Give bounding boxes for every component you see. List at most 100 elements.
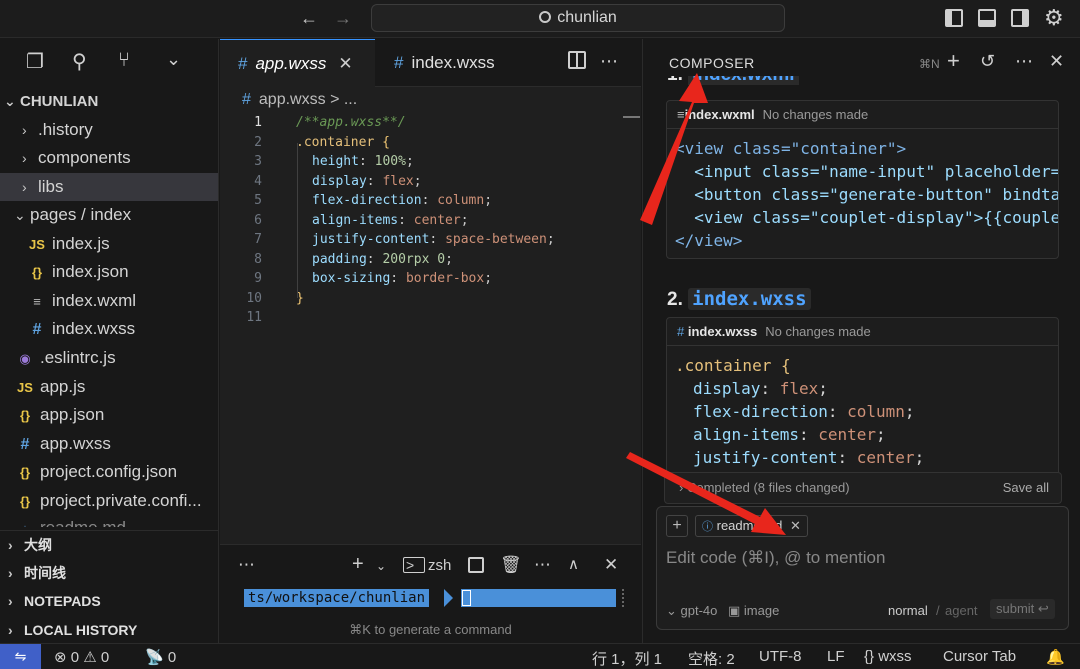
breadcrumb[interactable]: # app.wxss > ... bbox=[242, 91, 357, 109]
forward-arrow-icon[interactable]: → bbox=[334, 8, 352, 29]
encoding[interactable]: UTF-8 bbox=[759, 648, 802, 665]
terminal-overflow-icon[interactable]: ⋯ bbox=[534, 555, 551, 575]
prompt-arrow bbox=[444, 589, 453, 607]
terminal-icon: >_ bbox=[403, 557, 425, 573]
notifications-bell-icon[interactable]: 🔔 bbox=[1046, 648, 1065, 666]
terminal-shell-label[interactable]: zsh bbox=[428, 557, 451, 574]
json-file-icon: {} bbox=[19, 465, 31, 480]
code-block-header: ≡index.wxml No changes made bbox=[667, 101, 1058, 129]
tree-item-index-wxml[interactable]: ≡ index.wxml bbox=[0, 287, 218, 315]
code-block-index-wxss[interactable]: # index.wxss No changes made .container {… bbox=[666, 317, 1059, 477]
image-button[interactable]: ▣ image bbox=[728, 603, 779, 619]
braces-icon: {} bbox=[864, 648, 879, 665]
js-file-icon: JS bbox=[29, 237, 45, 252]
section-outline[interactable]: › 大纲 bbox=[0, 530, 218, 558]
tree-item-history[interactable]: › .history bbox=[0, 116, 218, 144]
close-panel-icon[interactable]: ✕ bbox=[604, 555, 618, 575]
new-composer-plus-icon[interactable]: + bbox=[947, 48, 960, 74]
trash-icon[interactable]: 🗑 bbox=[500, 555, 522, 575]
source-control-icon[interactable]: ⑂ bbox=[118, 49, 130, 72]
composer-input-box[interactable]: + ⓘ readme.md ✕ Edit code (⌘I), @ to men… bbox=[656, 506, 1069, 630]
more-actions-icon[interactable]: ⋯ bbox=[1015, 51, 1033, 72]
tree-item-index-js[interactable]: JS index.js bbox=[0, 230, 218, 258]
toggle-secondary-sidebar-icon[interactable] bbox=[1011, 9, 1029, 27]
tree-item-project-config[interactable]: {} project.config.json bbox=[0, 458, 218, 486]
search-icon[interactable]: ⚲ bbox=[72, 49, 87, 74]
tree-item-eslintrc[interactable]: ◉ .eslintrc.js bbox=[0, 344, 218, 372]
activity-bar: ❐ ⚲ ⑂ ⌄ bbox=[0, 39, 218, 87]
add-context-button[interactable]: + bbox=[666, 515, 688, 537]
tree-item-app-json[interactable]: {} app.json bbox=[0, 401, 218, 429]
maximize-panel-icon[interactable]: ∧ bbox=[568, 555, 579, 573]
explorer-sidebar: ❐ ⚲ ⑂ ⌄ ⌄ CHUNLIAN › .history › components … bbox=[0, 39, 219, 643]
terminal-hint: ⌘K to generate a command bbox=[349, 622, 512, 637]
search-text: chunlian bbox=[557, 9, 617, 26]
ports-indicator[interactable]: 📡 0 bbox=[145, 648, 176, 666]
tab-app-wxss[interactable]: # app.wxss ✕ bbox=[220, 39, 375, 87]
files-icon[interactable]: ❐ bbox=[26, 49, 44, 74]
tree-item-pages-index[interactable]: ⌄ pages / index bbox=[0, 201, 218, 229]
tab-index-wxss[interactable]: # index.wxss bbox=[376, 39, 541, 87]
tree-item-libs[interactable]: › libs bbox=[0, 173, 218, 201]
split-editor-icon[interactable] bbox=[568, 51, 586, 69]
settings-gear-icon[interactable]: ⚙ bbox=[1044, 5, 1064, 31]
problems-indicator[interactable]: ⊗ 0 ⚠ 0 bbox=[54, 648, 109, 666]
tree-item-app-wxss[interactable]: # app.wxss bbox=[0, 430, 218, 458]
chevron-down-icon: ⌄ bbox=[666, 603, 681, 618]
editor-tabs: # app.wxss ✕ # index.wxss ⋯ bbox=[220, 39, 641, 87]
close-tab-icon[interactable]: ✕ bbox=[338, 54, 352, 73]
indentation[interactable]: 空格: 2 bbox=[688, 648, 735, 669]
image-icon: ▣ bbox=[728, 603, 744, 618]
tree-item-index-wxss[interactable]: # index.wxss bbox=[0, 315, 218, 343]
model-selector[interactable]: ⌄ gpt-4o bbox=[666, 603, 717, 619]
scroll-indicator bbox=[622, 589, 626, 607]
command-center-search[interactable]: chunlian bbox=[371, 4, 785, 32]
tree-item-components[interactable]: › components bbox=[0, 144, 218, 172]
line-ending[interactable]: LF bbox=[827, 648, 845, 665]
mode-agent[interactable]: agent bbox=[945, 603, 978, 618]
back-arrow-icon[interactable]: ← bbox=[300, 8, 318, 29]
cursor-tab-toggle[interactable]: Cursor Tab bbox=[943, 648, 1016, 665]
close-composer-icon[interactable]: ✕ bbox=[1049, 51, 1064, 72]
section-timeline[interactable]: › 时间线 bbox=[0, 559, 218, 587]
explorer-root-folder[interactable]: ⌄ CHUNLIAN bbox=[0, 87, 218, 115]
indent-guide bbox=[297, 143, 298, 298]
mode-normal[interactable]: normal bbox=[888, 603, 928, 618]
cursor-position[interactable]: 行 1，列 1 bbox=[592, 648, 662, 669]
wxss-file-icon: # bbox=[32, 321, 42, 338]
context-file-chip[interactable]: ⓘ readme.md ✕ bbox=[695, 515, 808, 537]
wxss-file-icon: # bbox=[394, 53, 404, 72]
tree-item-index-json[interactable]: {} index.json bbox=[0, 258, 218, 286]
markdown-file-icon: ↓ bbox=[16, 516, 34, 527]
status-bar: ⇋ ⊗ 0 ⚠ 0 📡 0 行 1，列 1 空格: 2 UTF-8 LF {} … bbox=[0, 643, 1080, 669]
remove-chip-icon[interactable]: ✕ bbox=[790, 518, 801, 533]
new-terminal-plus-icon[interactable]: + bbox=[352, 553, 364, 576]
root-folder-label: CHUNLIAN bbox=[20, 93, 99, 110]
terminal-more-icon[interactable]: ⋯ bbox=[238, 555, 255, 575]
composer-placeholder[interactable]: Edit code (⌘I), @ to mention bbox=[666, 548, 885, 568]
chevron-down-icon[interactable]: ⌄ bbox=[376, 559, 386, 573]
chevron-down-icon[interactable]: ⌄ bbox=[166, 49, 181, 70]
terminal-cursor bbox=[462, 590, 471, 606]
new-shortcut-label: ⌘N bbox=[919, 57, 940, 71]
json-file-icon: {} bbox=[19, 494, 31, 509]
xml-file-icon: ≡ bbox=[677, 107, 685, 122]
split-terminal-icon[interactable] bbox=[468, 557, 484, 573]
tree-item-readme[interactable]: ↓readme.md bbox=[0, 515, 218, 527]
code-block-index-wxml[interactable]: ≡index.wxml No changes made <view class="… bbox=[666, 100, 1059, 259]
section-local-history[interactable]: › LOCAL HISTORY bbox=[0, 616, 218, 644]
language-mode[interactable]: {} wxss bbox=[864, 648, 912, 665]
completed-bar[interactable]: › Completed (8 files changed) Save all bbox=[664, 472, 1062, 504]
tree-item-app-js[interactable]: JS app.js bbox=[0, 373, 218, 401]
tree-item-project-private-config[interactable]: {} project.private.confi... bbox=[0, 487, 218, 515]
terminal-input[interactable] bbox=[461, 589, 616, 607]
save-all-button[interactable]: Save all bbox=[1003, 473, 1049, 503]
toggle-sidebar-icon[interactable] bbox=[945, 9, 963, 27]
history-icon[interactable]: ↺ bbox=[980, 51, 995, 72]
toggle-panel-icon[interactable] bbox=[978, 9, 996, 27]
step2-heading: 2. index.wxss bbox=[667, 288, 811, 311]
more-actions-icon[interactable]: ⋯ bbox=[600, 51, 618, 72]
submit-button[interactable]: submit ↩ bbox=[990, 599, 1055, 619]
section-notepads[interactable]: › NOTEPADS bbox=[0, 587, 218, 615]
remote-indicator-icon[interactable]: ⇋ bbox=[0, 644, 41, 669]
